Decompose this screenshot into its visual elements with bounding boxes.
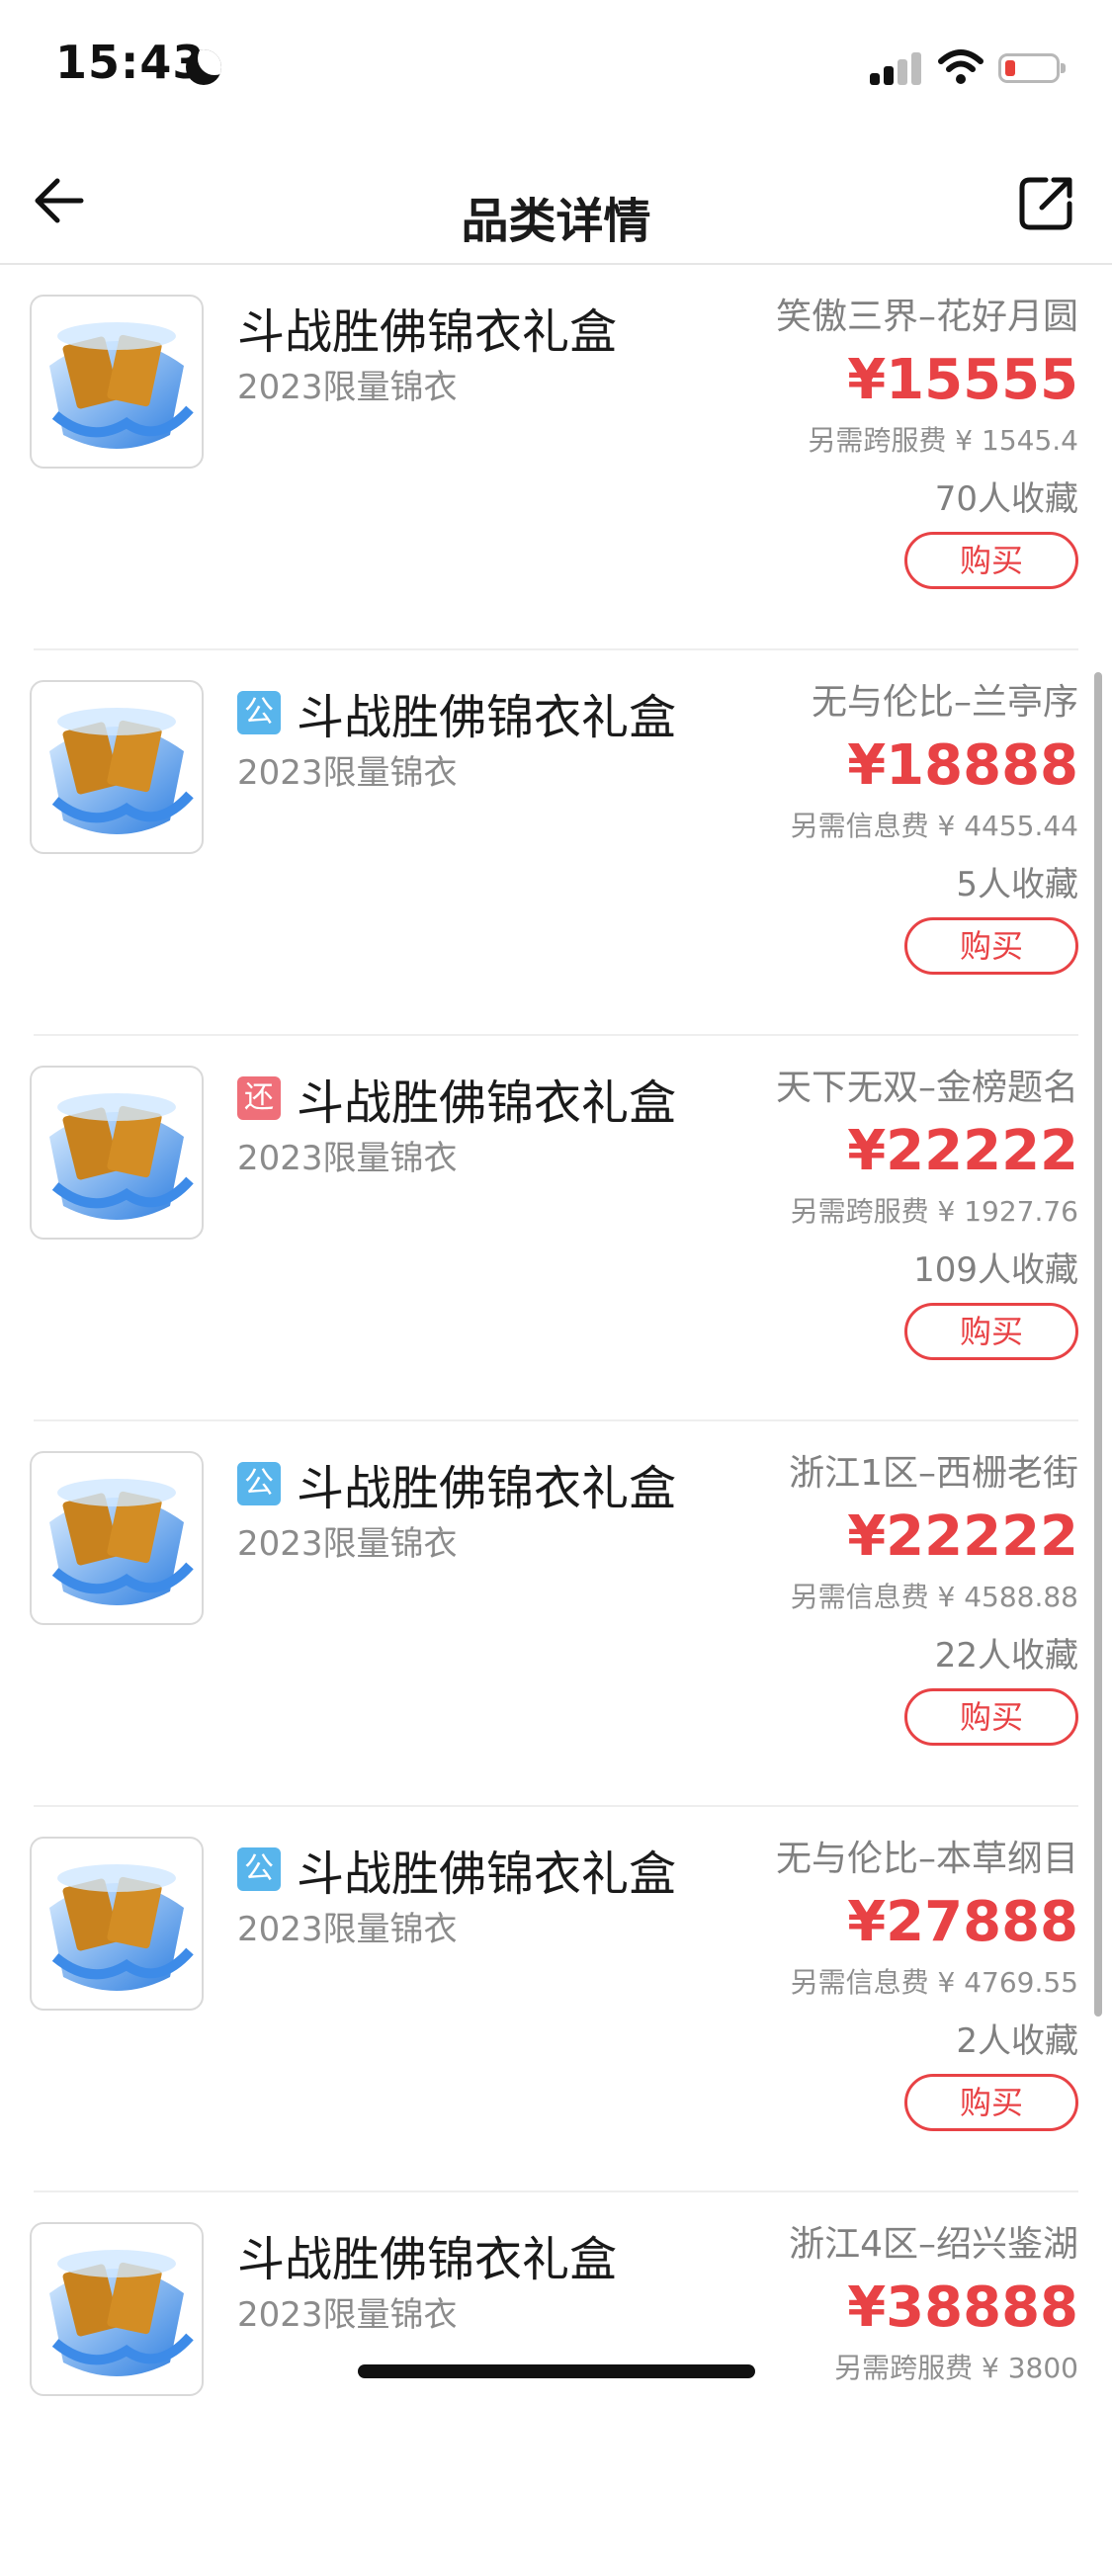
public-tag-badge: 公 bbox=[237, 1462, 281, 1505]
item-favorites: 5人收藏 bbox=[956, 865, 1078, 904]
item-subtitle: 2023限量锦衣 bbox=[237, 2295, 458, 2335]
public-tag-badge: 公 bbox=[237, 691, 281, 734]
scrollbar[interactable] bbox=[1094, 672, 1102, 2017]
product-list: 斗战胜佛锦衣礼盒 2023限量锦衣 笑傲三界–花好月圆 ¥15555 另需跨服费… bbox=[0, 265, 1112, 2576]
item-price: ¥18888 bbox=[847, 733, 1078, 798]
buy-button[interactable]: 购买 bbox=[904, 1303, 1078, 1360]
item-fee: 另需跨服费 ¥ 1927.76 bbox=[790, 1195, 1078, 1228]
item-server: 浙江4区–绍兴鉴湖 bbox=[789, 2224, 1078, 2265]
item-favorites: 109人收藏 bbox=[913, 1250, 1078, 1290]
list-item[interactable]: 还 斗战胜佛锦衣礼盒 2023限量锦衣 天下无双–金榜题名 ¥22222 另需跨… bbox=[30, 1036, 1078, 1421]
list-item[interactable]: 公 斗战胜佛锦衣礼盒 2023限量锦衣 无与伦比–兰亭序 ¥18888 另需信息… bbox=[30, 650, 1078, 1036]
moon-icon bbox=[186, 49, 221, 85]
item-price: ¥27888 bbox=[847, 1890, 1078, 1954]
return-tag-badge: 还 bbox=[237, 1076, 281, 1120]
item-name: 斗战胜佛锦衣礼盒 bbox=[297, 690, 677, 745]
item-price: ¥22222 bbox=[847, 1504, 1078, 1569]
item-name: 斗战胜佛锦衣礼盒 bbox=[297, 1846, 677, 1902]
gift-box-thumbnail[interactable] bbox=[30, 1451, 204, 1625]
item-subtitle: 2023限量锦衣 bbox=[237, 753, 458, 793]
page-title: 品类详情 bbox=[461, 194, 651, 249]
home-indicator[interactable] bbox=[358, 2364, 755, 2378]
gift-box-thumbnail[interactable] bbox=[30, 295, 204, 469]
status-time: 15:43 bbox=[55, 36, 206, 89]
status-bar: 15:43 bbox=[0, 0, 1112, 138]
gift-box-thumbnail[interactable] bbox=[30, 1066, 204, 1240]
item-price: ¥22222 bbox=[847, 1119, 1078, 1183]
signal-icon bbox=[870, 51, 925, 85]
list-item[interactable]: 公 斗战胜佛锦衣礼盒 2023限量锦衣 无与伦比–本草纲目 ¥27888 另需信… bbox=[30, 1807, 1078, 2192]
item-favorites: 22人收藏 bbox=[934, 1636, 1078, 1675]
item-fee: 另需信息费 ¥ 4588.88 bbox=[790, 1581, 1078, 1613]
buy-button[interactable]: 购买 bbox=[904, 1688, 1078, 1746]
gift-box-thumbnail[interactable] bbox=[30, 680, 204, 854]
item-server: 天下无双–金榜题名 bbox=[775, 1068, 1078, 1108]
buy-button[interactable]: 购买 bbox=[904, 917, 1078, 975]
gift-box-thumbnail[interactable] bbox=[30, 1837, 204, 2011]
list-item[interactable]: 斗战胜佛锦衣礼盒 2023限量锦衣 浙江4区–绍兴鉴湖 ¥38888 另需跨服费… bbox=[30, 2192, 1078, 2576]
buy-button[interactable]: 购买 bbox=[904, 2074, 1078, 2131]
item-server: 笑傲三界–花好月圆 bbox=[775, 297, 1078, 337]
share-icon[interactable] bbox=[1012, 168, 1081, 237]
item-favorites: 70人收藏 bbox=[934, 479, 1078, 519]
item-fee: 另需信息费 ¥ 4455.44 bbox=[790, 810, 1078, 842]
item-subtitle: 2023限量锦衣 bbox=[237, 1524, 458, 1564]
list-item[interactable]: 斗战胜佛锦衣礼盒 2023限量锦衣 笑傲三界–花好月圆 ¥15555 另需跨服费… bbox=[30, 265, 1078, 650]
item-name: 斗战胜佛锦衣礼盒 bbox=[237, 304, 618, 360]
wifi-icon bbox=[938, 49, 984, 84]
item-name: 斗战胜佛锦衣礼盒 bbox=[297, 1461, 677, 1516]
item-price: ¥15555 bbox=[847, 348, 1078, 412]
item-favorites: 2人收藏 bbox=[956, 2021, 1078, 2061]
item-name: 斗战胜佛锦衣礼盒 bbox=[297, 1075, 677, 1131]
item-subtitle: 2023限量锦衣 bbox=[237, 1910, 458, 1949]
item-server: 无与伦比–本草纲目 bbox=[775, 1839, 1078, 1879]
buy-button[interactable]: 购买 bbox=[904, 532, 1078, 589]
item-name: 斗战胜佛锦衣礼盒 bbox=[237, 2232, 618, 2287]
gift-box-thumbnail[interactable] bbox=[30, 2222, 204, 2396]
item-fee: 另需跨服费 ¥ 1545.4 bbox=[808, 424, 1078, 457]
item-server: 浙江1区–西栅老街 bbox=[789, 1453, 1078, 1494]
item-server: 无与伦比–兰亭序 bbox=[811, 682, 1078, 723]
item-fee: 另需信息费 ¥ 4769.55 bbox=[790, 1966, 1078, 1999]
item-subtitle: 2023限量锦衣 bbox=[237, 1139, 458, 1178]
list-item[interactable]: 公 斗战胜佛锦衣礼盒 2023限量锦衣 浙江1区–西栅老街 ¥22222 另需信… bbox=[30, 1421, 1078, 1807]
item-price: ¥38888 bbox=[847, 2275, 1078, 2340]
nav-bar: 品类详情 bbox=[0, 138, 1112, 265]
item-subtitle: 2023限量锦衣 bbox=[237, 368, 458, 407]
public-tag-badge: 公 bbox=[237, 1847, 281, 1891]
battery-icon bbox=[998, 53, 1066, 83]
